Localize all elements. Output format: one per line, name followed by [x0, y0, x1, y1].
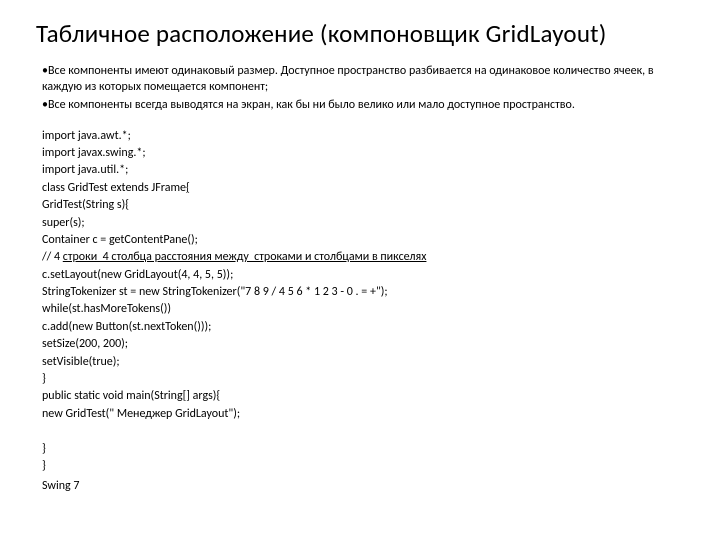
code-text: class GridTest extends JFrame — [42, 181, 186, 195]
code-line — [42, 423, 684, 440]
slide-footer: Swing 7 — [36, 479, 684, 493]
code-line: import java.awt.*; — [42, 128, 684, 145]
code-text: { — [186, 181, 190, 195]
code-text: // 4 — [42, 250, 63, 264]
code-line: } — [42, 458, 684, 475]
code-line: } — [42, 441, 684, 458]
code-line: setVisible(true); — [42, 354, 684, 371]
page-title: Табличное расположение (компоновщик Grid… — [36, 18, 684, 49]
code-line: Container c = getContentPane(); — [42, 232, 684, 249]
code-line: } — [42, 371, 684, 388]
code-line: while(st.hasMoreTokens()) — [42, 301, 684, 318]
code-block: import java.awt.*; import javax.swing.*;… — [36, 128, 684, 476]
code-line: public static void main(String[] args){ — [42, 388, 684, 405]
code-line: new GridTest(" Менеджер GridLayout"); — [42, 406, 684, 423]
code-line: // 4 строки 4 столбца расстояния между с… — [42, 249, 684, 266]
slide: Табличное расположение (компоновщик Grid… — [0, 0, 720, 503]
code-line: GridTest(String s){ — [42, 197, 684, 214]
bullet-item: •Все компоненты всегда выводятся на экра… — [42, 97, 684, 113]
code-line: import javax.swing.*; — [42, 145, 684, 162]
code-line: setSize(200, 200); — [42, 336, 684, 353]
code-line: c.setLayout(new GridLayout(4, 4, 5, 5)); — [42, 267, 684, 284]
code-line: import java.util.*; — [42, 162, 684, 179]
code-line: StringTokenizer st = new StringTokenizer… — [42, 284, 684, 301]
bullet-item: •Все компоненты имеют одинаковый размер.… — [42, 63, 684, 95]
bullet-list: •Все компоненты имеют одинаковый размер.… — [36, 63, 684, 114]
code-line: class GridTest extends JFrame{ — [42, 180, 684, 197]
code-line: c.add(new Button(st.nextToken())); — [42, 319, 684, 336]
code-text: строки 4 столбца расстояния между строка… — [63, 250, 427, 264]
code-line: super(s); — [42, 215, 684, 232]
